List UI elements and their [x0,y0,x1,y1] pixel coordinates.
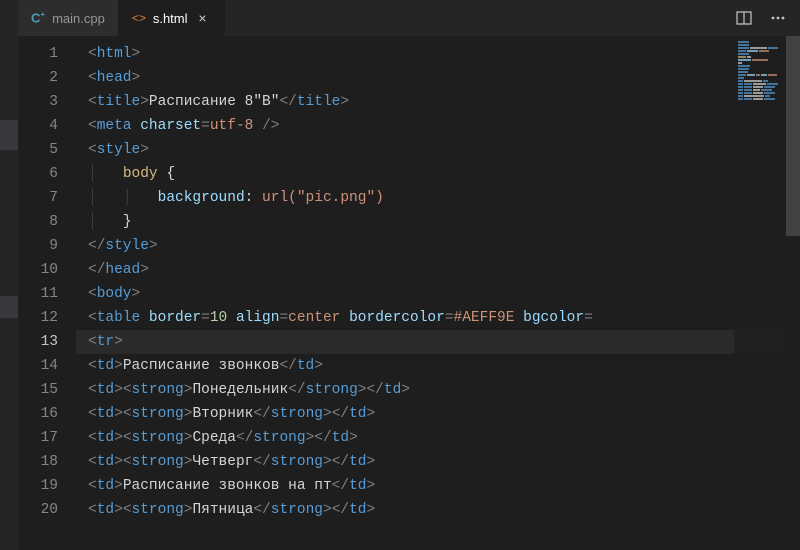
code-line[interactable]: <tr> [76,330,800,354]
minimap[interactable] [734,40,786,550]
code-line[interactable]: <table border=10 align=center bordercolo… [76,306,800,330]
code-line[interactable]: <td><strong>Четверг</strong></td> [76,450,800,474]
code-line[interactable]: │ } [76,210,800,234]
code-line[interactable]: <meta charset=utf-8 /> [76,114,800,138]
vertical-scrollbar[interactable] [786,36,800,550]
scrollbar-thumb[interactable] [786,36,800,236]
editor-region[interactable]: 1234567891011121314151617181920 <html><h… [18,36,800,550]
code-line[interactable]: <body> [76,282,800,306]
tab-main-cpp[interactable]: C+ main.cpp [18,0,119,36]
code-line[interactable]: <td>Расписание звонков</td> [76,354,800,378]
close-icon[interactable]: × [195,10,211,26]
code-area[interactable]: <html><head><title>Расписание 8"В"</titl… [76,36,800,550]
code-line[interactable]: <html> [76,42,800,66]
more-icon[interactable] [770,10,786,26]
tab-label: main.cpp [52,11,105,26]
left-activity-gutter [0,36,18,550]
code-line[interactable]: </style> [76,234,800,258]
code-line[interactable]: <style> [76,138,800,162]
code-line[interactable]: <td>Расписание звонков на пт</td> [76,474,800,498]
line-number-gutter: 1234567891011121314151617181920 [18,36,76,550]
code-line[interactable]: </head> [76,258,800,282]
code-line[interactable]: │ body { [76,162,800,186]
tab-label: s.html [153,11,188,26]
html-file-icon: <> [132,11,146,25]
cpp-file-icon: C+ [31,10,45,25]
code-line[interactable]: <td><strong>Пятница</strong></td> [76,498,800,522]
editor-actions [722,0,800,36]
code-line[interactable]: <td><strong>Вторник</strong></td> [76,402,800,426]
tab-bar: C+ main.cpp <> s.html × [0,0,800,36]
code-line[interactable]: │ │ background: url("pic.png") [76,186,800,210]
code-line[interactable]: <title>Расписание 8"В"</title> [76,90,800,114]
split-editor-icon[interactable] [736,10,752,26]
code-line[interactable]: <head> [76,66,800,90]
code-line[interactable]: <td><strong>Среда</strong></td> [76,426,800,450]
code-line[interactable]: <td><strong>Понедельник</strong></td> [76,378,800,402]
tab-s-html[interactable]: <> s.html × [119,0,225,36]
